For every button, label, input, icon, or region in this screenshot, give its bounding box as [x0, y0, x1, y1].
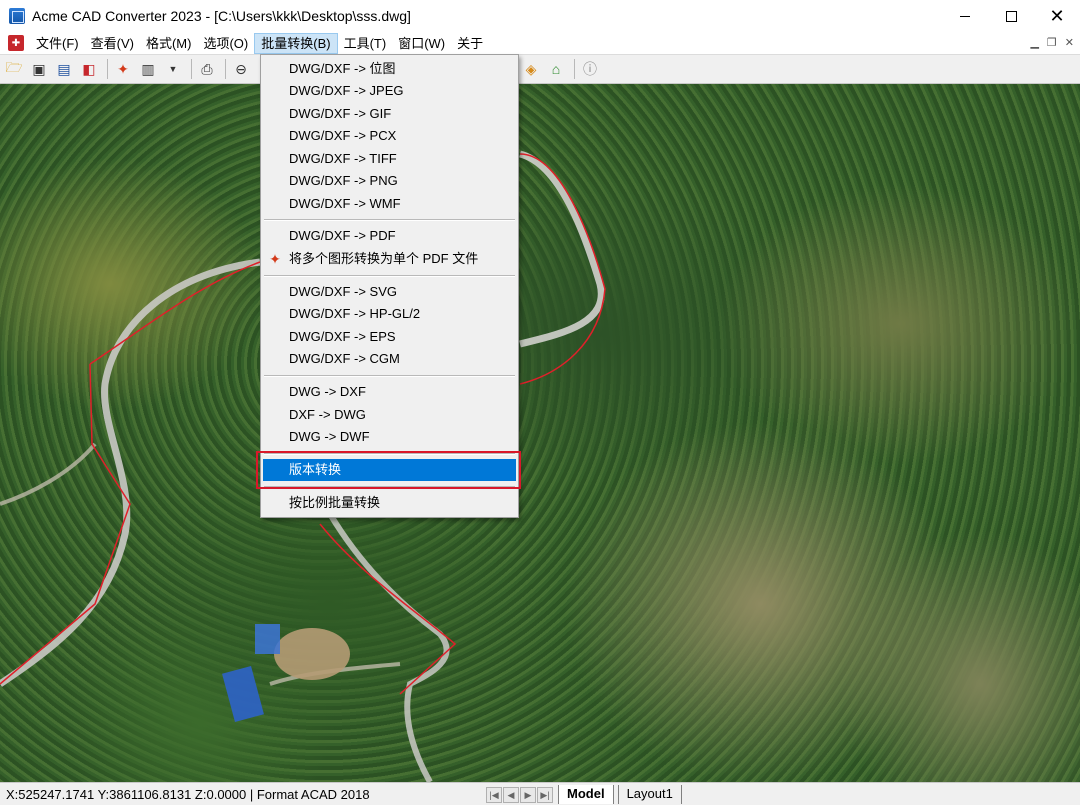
menu-item-dxf-to-dwg[interactable]: DXF -> DWG	[263, 404, 516, 426]
menu-separator	[264, 486, 515, 488]
mdi-close-icon[interactable]: ✕	[1065, 36, 1074, 49]
mdi-restore-icon[interactable]: ❐	[1047, 36, 1057, 49]
menu-tools[interactable]: 工具(T)	[338, 33, 393, 54]
toolbar-right-group: ◈ ⌂ ⓘ	[520, 58, 604, 80]
save-as-icon[interactable]: ▤	[53, 58, 75, 80]
home-icon[interactable]: ⌂	[545, 58, 567, 80]
toolbar-separator	[574, 59, 575, 79]
drawing-canvas[interactable]	[0, 84, 1080, 782]
maximize-button[interactable]	[988, 0, 1034, 32]
menu-item-dwg-to-dxf[interactable]: DWG -> DXF	[263, 381, 516, 403]
tab-layout1[interactable]: Layout1	[617, 785, 682, 804]
info-icon[interactable]: ⓘ	[579, 58, 601, 80]
menu-item-dwg-to-pcx[interactable]: DWG/DXF -> PCX	[263, 125, 516, 147]
layout-tabs: |◀ ◀ ▶ ▶| Model Layout1	[486, 785, 682, 804]
convert-icon: ✦	[269, 251, 281, 267]
menu-item-dwg-to-bitmap[interactable]: DWG/DXF -> 位图	[263, 58, 516, 80]
chevron-down-icon[interactable]: ▼	[162, 58, 184, 80]
menu-bar: ✚ 文件(F) 查看(V) 格式(M) 选项(O) 批量转换(B) 工具(T) …	[0, 32, 1080, 55]
app-icon	[9, 8, 25, 24]
menu-separator	[264, 219, 515, 221]
prev-tab-icon[interactable]: ◀	[503, 786, 519, 803]
document-icon[interactable]: ✚	[8, 35, 24, 51]
building-block	[222, 665, 264, 723]
first-tab-icon[interactable]: |◀	[486, 786, 502, 803]
layers-icon[interactable]: ▥	[137, 58, 159, 80]
export-icon[interactable]: ◧	[78, 58, 100, 80]
menu-item-dwg-to-pdf[interactable]: DWG/DXF -> PDF	[263, 225, 516, 247]
road-path	[0, 258, 261, 687]
palette-icon[interactable]: ◈	[520, 58, 542, 80]
menu-options[interactable]: 选项(O)	[197, 33, 254, 54]
menu-item-dwg-to-jpeg[interactable]: DWG/DXF -> JPEG	[263, 80, 516, 102]
menu-about[interactable]: 关于	[451, 33, 489, 54]
toolbar-separator	[191, 59, 192, 79]
menu-batch-convert[interactable]: 批量转换(B)	[254, 32, 338, 54]
print-icon[interactable]: ⎙	[196, 58, 218, 80]
menu-item-dwg-to-gif[interactable]: DWG/DXF -> GIF	[263, 103, 516, 125]
close-button[interactable]: ✕	[1034, 0, 1080, 32]
toolbar-separator	[107, 59, 108, 79]
batch-convert-dropdown: DWG/DXF -> 位图 DWG/DXF -> JPEG DWG/DXF ->…	[260, 54, 519, 518]
menu-item-dwg-to-dwf[interactable]: DWG -> DWF	[263, 426, 516, 448]
menu-file[interactable]: 文件(F)	[30, 33, 85, 54]
status-bar: X:525247.1741 Y:3861106.8131 Z:0.0000 | …	[0, 782, 1080, 805]
next-tab-icon[interactable]: ▶	[520, 786, 536, 803]
tab-model[interactable]: Model	[558, 785, 614, 804]
road-path	[0, 442, 97, 506]
menu-item-multi-to-single-pdf[interactable]: ✦ 将多个图形转换为单个 PDF 文件	[263, 248, 516, 270]
menu-separator	[264, 453, 515, 455]
menu-item-version-convert[interactable]: 版本转换	[263, 459, 516, 481]
menu-item-dwg-to-png[interactable]: DWG/DXF -> PNG	[263, 170, 516, 192]
toolbar: 🗁 ▣ ▤ ◧ ✦ ▥ ▼ ⎙ ⊖ ⊕ ◈ ⌂ ⓘ	[0, 55, 1080, 84]
menu-item-dwg-to-hpgl[interactable]: DWG/DXF -> HP-GL/2	[263, 303, 516, 325]
menu-separator	[264, 275, 515, 277]
menu-item-dwg-to-wmf[interactable]: DWG/DXF -> WMF	[263, 193, 516, 215]
window-title: Acme CAD Converter 2023 - [C:\Users\kkk\…	[32, 8, 411, 24]
menu-item-dwg-to-eps[interactable]: DWG/DXF -> EPS	[263, 326, 516, 348]
menu-item-dwg-to-svg[interactable]: DWG/DXF -> SVG	[263, 281, 516, 303]
building-block	[255, 624, 280, 654]
menu-item-dwg-to-cgm[interactable]: DWG/DXF -> CGM	[263, 348, 516, 370]
menu-item-dwg-to-tiff[interactable]: DWG/DXF -> TIFF	[263, 148, 516, 170]
menu-separator	[264, 375, 515, 377]
convert-icon[interactable]: ✦	[112, 58, 134, 80]
zoom-out-icon[interactable]: ⊖	[230, 58, 252, 80]
open-folder-icon[interactable]: 🗁	[3, 58, 25, 80]
menu-view[interactable]: 查看(V)	[85, 33, 140, 54]
map-overlay	[0, 150, 606, 782]
mdi-minimize-icon[interactable]: ▁	[1030, 36, 1038, 49]
title-bar: Acme CAD Converter 2023 - [C:\Users\kkk\…	[0, 0, 1080, 32]
minimize-button[interactable]	[942, 0, 988, 32]
menu-item-scale-batch-convert[interactable]: 按比例批量转换	[263, 492, 516, 514]
last-tab-icon[interactable]: ▶|	[537, 786, 553, 803]
clearing-area	[274, 628, 350, 680]
save-icon[interactable]: ▣	[28, 58, 50, 80]
window-controls: ✕	[942, 0, 1080, 32]
menu-item-label: 将多个图形转换为单个 PDF 文件	[289, 251, 479, 266]
coordinates-readout: X:525247.1741 Y:3861106.8131 Z:0.0000 | …	[6, 786, 370, 802]
menu-window[interactable]: 窗口(W)	[392, 33, 451, 54]
menu-format[interactable]: 格式(M)	[140, 33, 198, 54]
mdi-controls: ▁ ❐ ✕	[1030, 36, 1074, 49]
toolbar-separator	[225, 59, 226, 79]
